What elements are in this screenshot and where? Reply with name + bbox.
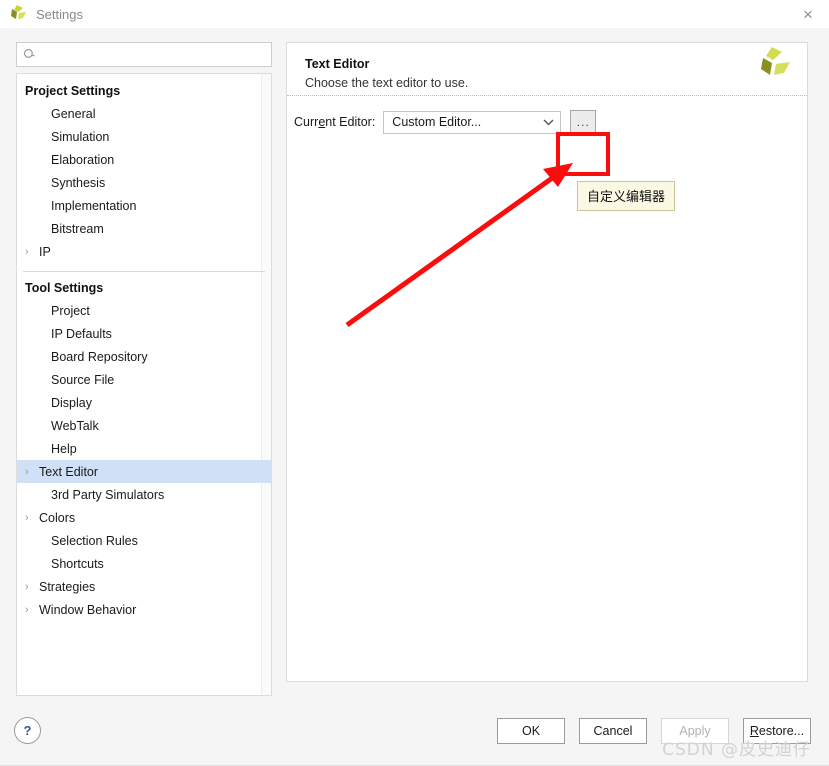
sidebar-item-general[interactable]: General bbox=[17, 102, 271, 125]
chevron-right-icon[interactable]: › bbox=[25, 466, 39, 478]
sidebar-item-ip[interactable]: › IP bbox=[17, 240, 271, 263]
content-header: Text Editor Choose the text editor to us… bbox=[287, 43, 807, 90]
current-editor-select[interactable]: Custom Editor... bbox=[383, 110, 562, 134]
chevron-right-icon[interactable]: › bbox=[25, 581, 39, 593]
settings-nav-panel: Project Settings General Simulation Elabora… bbox=[16, 73, 272, 696]
sidebar-item-webtalk[interactable]: WebTalk bbox=[17, 414, 271, 437]
sidebar-item-label: IP Defaults bbox=[51, 326, 112, 341]
sidebar-item-label: Bitstream bbox=[51, 221, 104, 236]
sidebar-item-label: Shortcuts bbox=[51, 556, 104, 571]
sidebar-item-project[interactable]: Project bbox=[17, 299, 271, 322]
search-input[interactable] bbox=[39, 47, 254, 62]
section-divider bbox=[287, 95, 807, 96]
sidebar-item-label: Window Behavior bbox=[39, 602, 137, 617]
sidebar: Project Settings General Simulation Elabora… bbox=[16, 42, 272, 696]
sidebar-item-label: Colors bbox=[39, 510, 76, 525]
sidebar-item-source-file[interactable]: Source File bbox=[17, 368, 271, 391]
sidebar-item-synthesis[interactable]: Synthesis bbox=[17, 171, 271, 194]
sidebar-item-label: Elaboration bbox=[51, 152, 115, 167]
sidebar-item-label: Display bbox=[51, 395, 92, 410]
sidebar-item-label: Board Repository bbox=[51, 349, 148, 364]
vivado-logo-icon bbox=[761, 47, 790, 75]
current-editor-label: Current Editor: bbox=[294, 115, 376, 129]
content-panel: Text Editor Choose the text editor to us… bbox=[286, 42, 808, 682]
nav-list: Project Settings General Simulation Elabora… bbox=[17, 74, 271, 621]
chevron-right-icon[interactable]: › bbox=[25, 246, 39, 258]
sidebar-item-simulation[interactable]: Simulation bbox=[17, 125, 271, 148]
chevron-right-icon[interactable]: › bbox=[25, 604, 39, 616]
sidebar-item-bitstream[interactable]: Bitstream bbox=[17, 217, 271, 240]
sidebar-item-display[interactable]: Display bbox=[17, 391, 271, 414]
sidebar-item-selection-rules[interactable]: Selection Rules bbox=[17, 529, 271, 552]
help-icon[interactable]: ? bbox=[14, 717, 41, 744]
sidebar-item-label: Synthesis bbox=[51, 175, 106, 190]
sidebar-item-label: Source File bbox=[51, 372, 115, 387]
sidebar-item-shortcuts[interactable]: Shortcuts bbox=[17, 552, 271, 575]
current-editor-value: Custom Editor... bbox=[392, 115, 482, 129]
sidebar-item-label: WebTalk bbox=[51, 418, 99, 433]
ok-button[interactable]: OK bbox=[497, 718, 565, 744]
sidebar-item-colors[interactable]: › Colors bbox=[17, 506, 271, 529]
sidebar-item-board-repository[interactable]: Board Repository bbox=[17, 345, 271, 368]
page-title: Text Editor bbox=[305, 57, 370, 71]
cancel-button[interactable]: Cancel bbox=[579, 718, 647, 744]
chevron-right-icon[interactable]: › bbox=[25, 512, 39, 524]
custom-editor-tooltip: 自定义编辑器 bbox=[577, 181, 676, 211]
sidebar-item-label: Simulation bbox=[51, 129, 110, 144]
sidebar-item-label: 3rd Party Simulators bbox=[51, 487, 165, 502]
settings-dialog-body: Project Settings General Simulation Elabora… bbox=[0, 28, 829, 766]
page-description: Choose the text editor to use. bbox=[305, 76, 469, 90]
browse-editor-button[interactable]: ... bbox=[570, 110, 597, 134]
nav-section-title: Project Settings bbox=[25, 84, 121, 98]
current-editor-row: Current Editor: Custom Editor... ... bbox=[287, 107, 807, 137]
nav-section-title: Tool Settings bbox=[25, 281, 104, 295]
sidebar-item-elaboration[interactable]: Elaboration bbox=[17, 148, 271, 171]
sidebar-item-window-behavior[interactable]: › Window Behavior bbox=[17, 598, 271, 621]
watermark: CSDN @皮史迪仔 bbox=[662, 740, 811, 760]
close-icon[interactable]: × bbox=[793, 3, 823, 25]
sidebar-item-3rd-party-simulators[interactable]: 3rd Party Simulators bbox=[17, 483, 271, 506]
sidebar-item-label: Strategies bbox=[39, 579, 96, 594]
chevron-down-icon bbox=[543, 119, 554, 125]
sidebar-item-ip-defaults[interactable]: IP Defaults bbox=[17, 322, 271, 345]
sidebar-item-label: Help bbox=[51, 441, 77, 456]
window-title: Settings bbox=[36, 6, 83, 22]
vivado-logo-icon bbox=[11, 5, 26, 19]
sidebar-item-label: IP bbox=[39, 244, 51, 259]
title-bar: Settings × bbox=[0, 0, 829, 29]
sidebar-item-implementation[interactable]: Implementation bbox=[17, 194, 271, 217]
sidebar-item-label: Text Editor bbox=[39, 464, 99, 479]
sidebar-item-label: Implementation bbox=[51, 198, 137, 213]
sidebar-item-strategies[interactable]: › Strategies bbox=[17, 575, 271, 598]
sidebar-item-label: General bbox=[51, 106, 96, 121]
sidebar-item-help[interactable]: Help bbox=[17, 437, 271, 460]
search-icon bbox=[23, 48, 35, 58]
sidebar-item-label: Selection Rules bbox=[51, 533, 138, 548]
nav-section-divider bbox=[23, 271, 265, 272]
search-box[interactable] bbox=[16, 42, 272, 67]
sidebar-item-label: Project bbox=[51, 303, 90, 318]
sidebar-item-text-editor[interactable]: › Text Editor bbox=[17, 460, 271, 483]
